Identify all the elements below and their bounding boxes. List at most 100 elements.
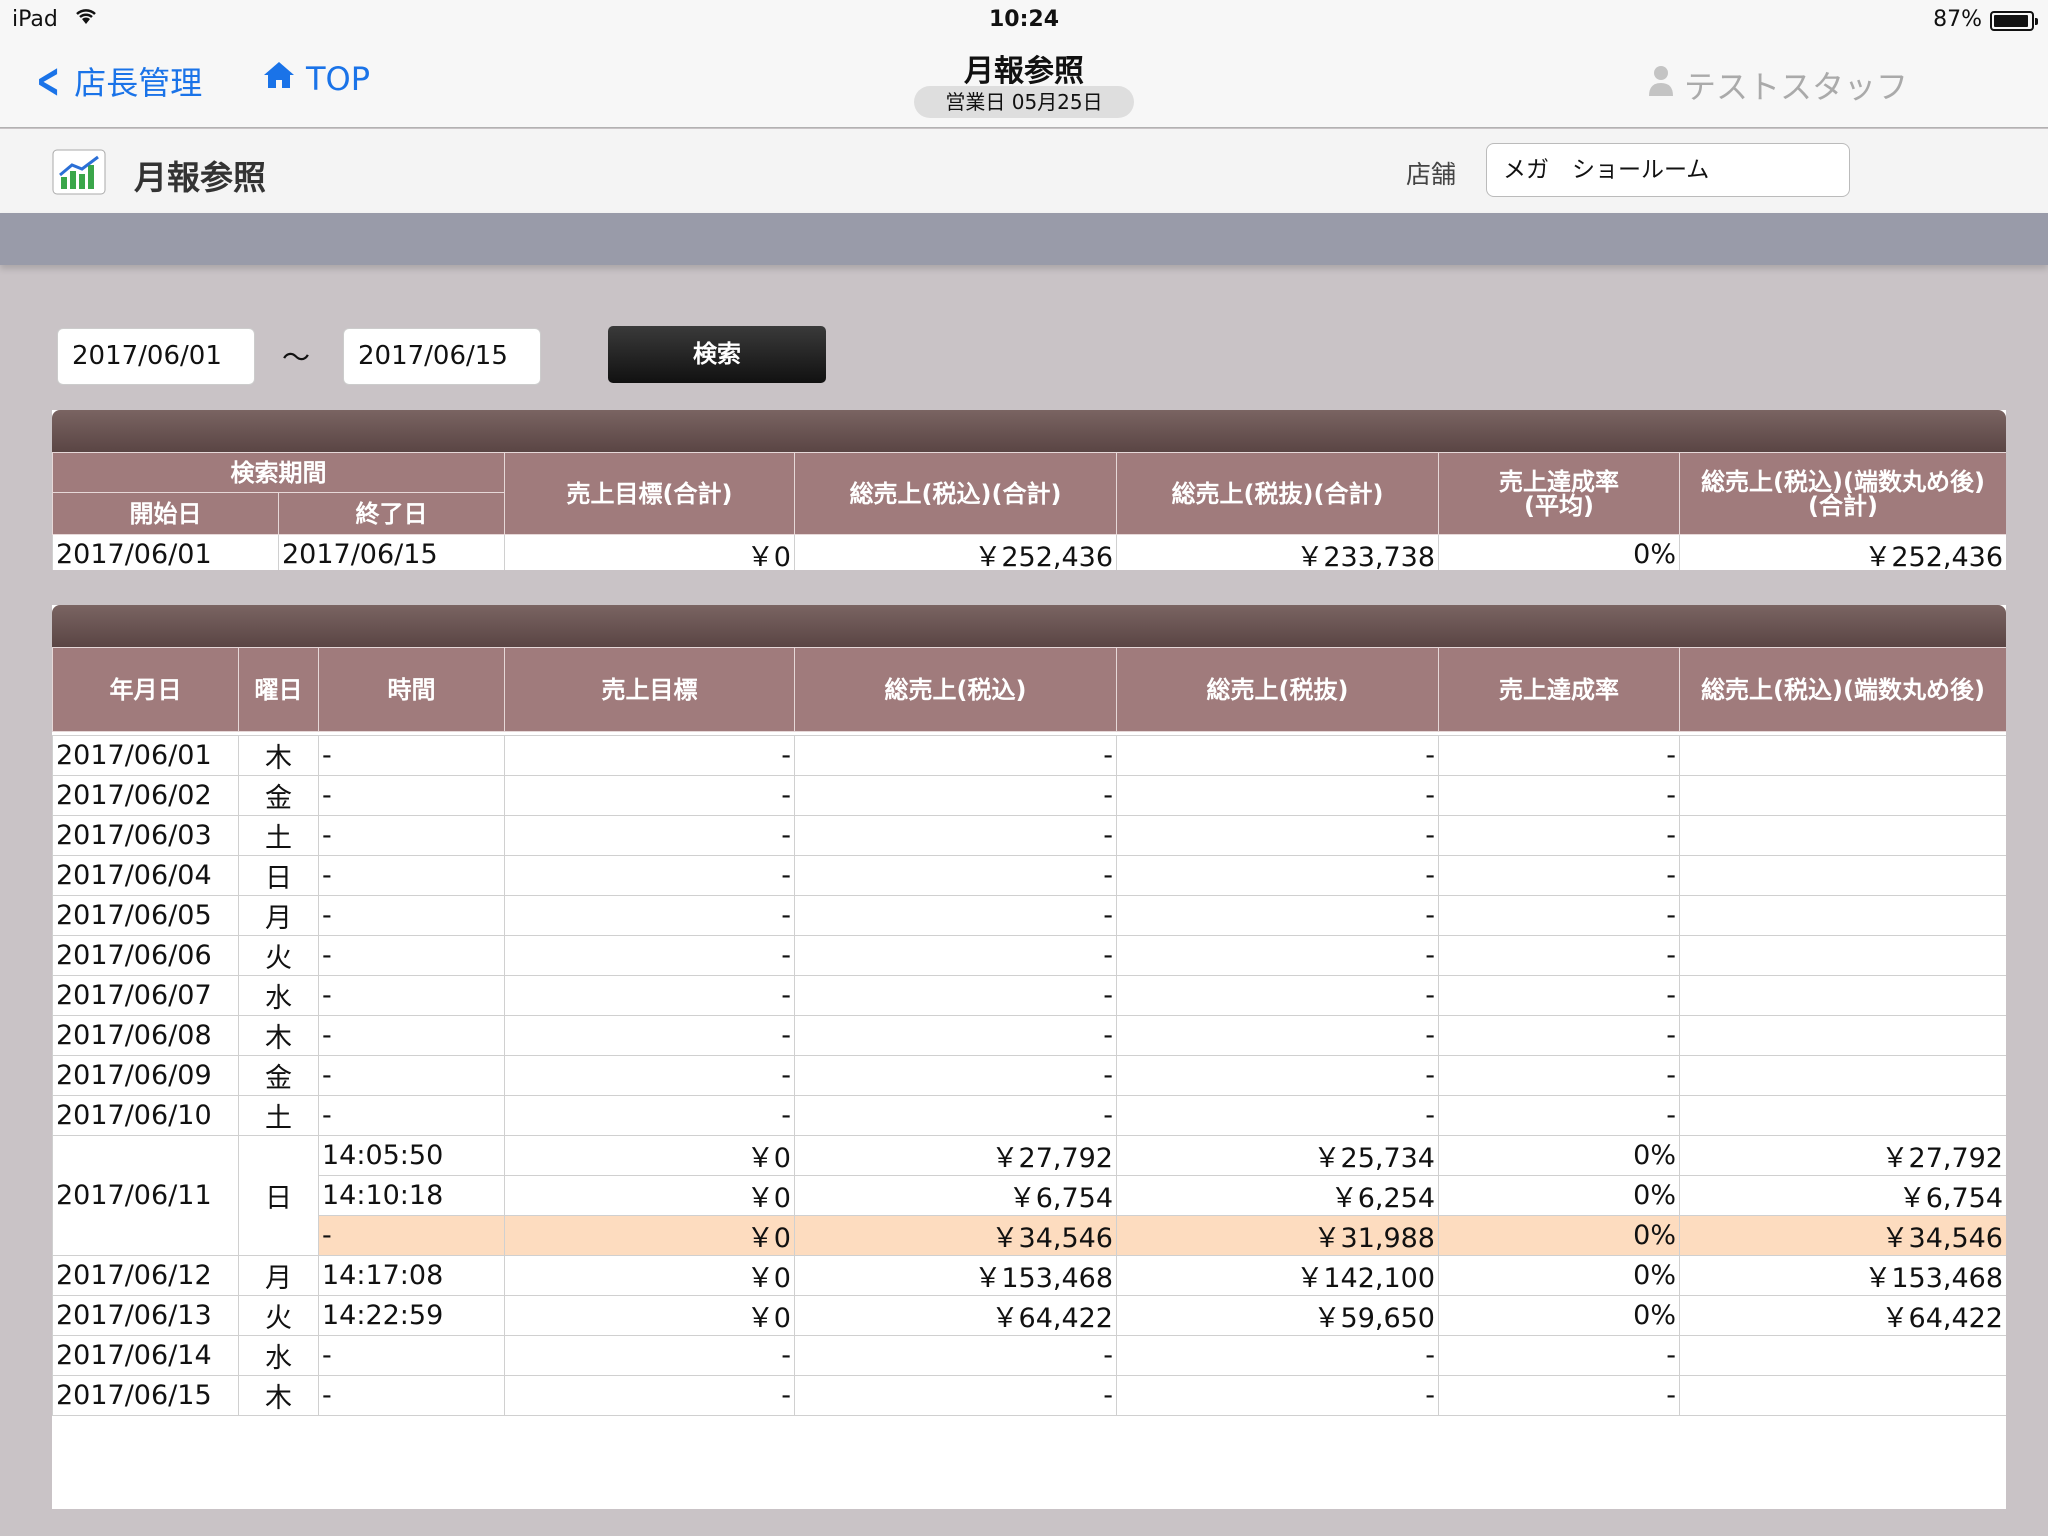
cell-date: 2017/06/01: [52, 735, 239, 776]
cell-rounded: [1679, 1055, 2006, 1096]
col-time: 時間: [318, 647, 505, 732]
cell-date: 2017/06/13: [52, 1295, 239, 1336]
detail-panel: 年月日 曜日 時間 売上目標 総売上(税込) 総売上(税抜) 売上達成率 総売上…: [52, 605, 2006, 1509]
battery-percent: 87%: [1933, 7, 1982, 32]
cell-gross: -: [794, 735, 1117, 776]
col-start-date: 開始日: [52, 492, 279, 535]
cell-net: -: [1116, 855, 1439, 896]
end-date-input[interactable]: 2017/06/15: [343, 328, 541, 385]
cell-dow: 土: [238, 815, 319, 856]
cell-gross: -: [794, 1055, 1117, 1096]
col-end-date: 終了日: [278, 492, 505, 535]
cell-date: 2017/06/06: [52, 935, 239, 976]
header-band: [0, 213, 2048, 265]
start-date-input[interactable]: 2017/06/01: [57, 328, 255, 385]
cell-net: -: [1116, 775, 1439, 816]
table-row: 2017/06/03 土 - - - - -: [52, 815, 2006, 856]
cell-rounded: [1679, 775, 2006, 816]
search-button[interactable]: 検索: [608, 326, 826, 383]
table-row: 2017/06/09 金 - - - - -: [52, 1055, 2006, 1096]
summary-panel-header: [52, 410, 2006, 452]
cell-rounded: ￥153,468: [1679, 1255, 2006, 1296]
cell-target: -: [504, 1335, 795, 1376]
cell-dow: 土: [238, 1095, 319, 1136]
cell-date: 2017/06/09: [52, 1055, 239, 1096]
cell-net: ￥31,988: [1116, 1215, 1439, 1256]
cell-gross: -: [794, 1375, 1117, 1416]
detail-panel-header: [52, 605, 2006, 647]
cell-gross: -: [794, 855, 1117, 896]
cell-rate: 0%: [1438, 1215, 1680, 1256]
cell-date: 2017/06/12: [52, 1255, 239, 1296]
cell-date: 2017/06/11: [52, 1135, 239, 1256]
col-gross-tax-total: 総売上(税込)(合計): [794, 452, 1117, 535]
cell-time: 14:22:59: [318, 1295, 505, 1336]
cell-rate: -: [1438, 735, 1680, 776]
cell-target: ￥0: [504, 1255, 795, 1296]
cell-gross: -: [794, 775, 1117, 816]
cell-net: -: [1116, 975, 1439, 1016]
cell-date: 2017/06/15: [52, 1375, 239, 1416]
staff-button[interactable]: テストスタッフ: [1646, 62, 1908, 108]
col-gross-net: 総売上(税抜): [1116, 647, 1439, 732]
cell-rate: 0%: [1438, 1135, 1680, 1176]
table-row: 2017/06/15 木 - - - - -: [52, 1375, 2006, 1416]
cell-rounded: ￥6,754: [1679, 1175, 2006, 1216]
cell-net: -: [1116, 1095, 1439, 1136]
cell-time: -: [318, 1095, 505, 1136]
cell-time: -: [318, 1375, 505, 1416]
cell-rate: 0%: [1438, 1295, 1680, 1336]
cell-net: ￥59,650: [1116, 1295, 1439, 1336]
status-bar: iPad 10:24 87%: [0, 0, 2048, 40]
cell-target: -: [504, 775, 795, 816]
cell-rounded: ￥27,792: [1679, 1135, 2006, 1176]
chart-icon: [52, 149, 106, 195]
cell-dow: 木: [238, 735, 319, 776]
table-row: 2017/06/10 土 - - - - -: [52, 1095, 2006, 1136]
cell-rate: -: [1438, 855, 1680, 896]
status-clock: 10:24: [988, 7, 1060, 32]
cell-net: -: [1116, 1375, 1439, 1416]
table-row: 2017/06/05 月 - - - - -: [52, 895, 2006, 936]
cell-net: ￥6,254: [1116, 1175, 1439, 1216]
store-label: 店舗: [1406, 160, 1457, 189]
cell-net: -: [1116, 1055, 1439, 1096]
navigation-bar: < 店長管理 TOP 月報参照 営業日 05月25日 テストスタッフ: [0, 40, 2048, 128]
table-row: 2017/06/04 日 - - - - -: [52, 855, 2006, 896]
cell-dow: 月: [238, 1255, 319, 1296]
cell-gross: -: [794, 1095, 1117, 1136]
cell-net: -: [1116, 815, 1439, 856]
cell-time: -: [318, 975, 505, 1016]
cell-net: ￥142,100: [1116, 1255, 1439, 1296]
summary-row: 2017/06/01 2017/06/15 ￥0 ￥252,436 ￥233,7…: [52, 534, 2006, 570]
cell-gross: -: [794, 815, 1117, 856]
cell-net: ￥25,734: [1116, 1135, 1439, 1176]
cell-dow: 金: [238, 775, 319, 816]
col-rate: 売上達成率: [1438, 647, 1680, 732]
business-date-badge: 営業日 05月25日: [914, 86, 1134, 118]
cell-time: 14:05:50: [318, 1135, 505, 1176]
table-row: 2017/06/14 水 - - - - -: [52, 1335, 2006, 1376]
detail-table: 年月日 曜日 時間 売上目標 総売上(税込) 総売上(税抜) 売上達成率 総売上…: [52, 647, 2006, 1416]
table-row: 2017/06/12 月 14:17:08 ￥0 ￥153,468 ￥142,100 0% ￥…: [52, 1255, 2006, 1296]
search-period-header: 検索期間: [52, 452, 505, 493]
cell-time: -: [318, 895, 505, 936]
cell-rounded: [1679, 895, 2006, 936]
cell-date: 2017/06/07: [52, 975, 239, 1016]
cell-target: -: [504, 815, 795, 856]
cell-date: 2017/06/08: [52, 1015, 239, 1056]
cell-time: -: [318, 775, 505, 816]
cell-dow: 水: [238, 1335, 319, 1376]
store-select[interactable]: メガ ショールーム: [1486, 143, 1850, 197]
col-gross-tax: 総売上(税込): [794, 647, 1117, 732]
cell-time: -: [318, 1335, 505, 1376]
cell-net: -: [1116, 1335, 1439, 1376]
col-gross-net-total: 総売上(税抜)(合計): [1116, 452, 1439, 535]
cell-date: 2017/06/05: [52, 895, 239, 936]
cell-target: -: [504, 1055, 795, 1096]
table-row: 2017/06/01 木 - - - - -: [52, 735, 2006, 776]
cell-date: 2017/06/04: [52, 855, 239, 896]
cell-target: ￥0: [504, 1215, 795, 1256]
table-row: 14:10:18 ￥0 ￥6,754 ￥6,254 0% ￥6,754: [53, 1175, 2006, 1216]
cell-rate: -: [1438, 1055, 1680, 1096]
